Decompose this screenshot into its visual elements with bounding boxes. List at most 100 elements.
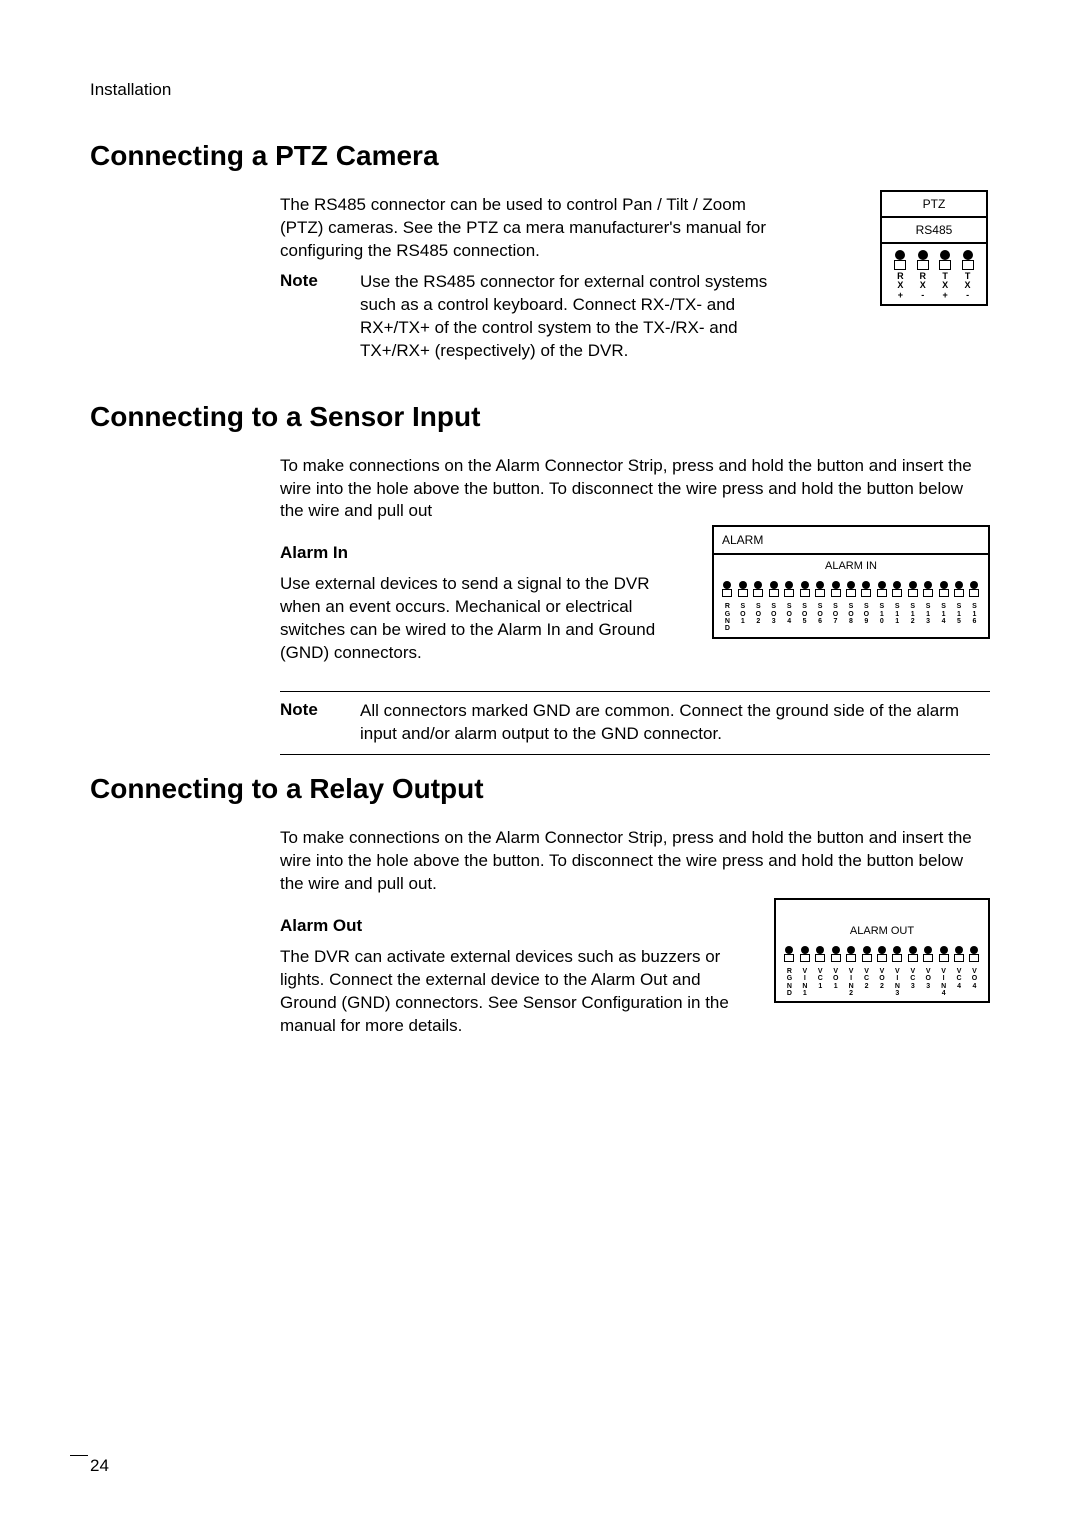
pin-label: SO5 [799, 603, 811, 632]
terminal-pin [861, 946, 873, 964]
fig-ptz-pin-labels: RX+ RX- TX+ TX- [882, 270, 986, 304]
pin-label: TX+ [937, 272, 953, 300]
heading-relay: Connecting to a Relay Output [90, 773, 990, 805]
terminal-pin [937, 250, 953, 268]
pin-label: S16 [968, 603, 980, 632]
terminal-pin [922, 946, 934, 964]
pin-label: S10 [876, 603, 888, 632]
figure-alarm-out: ALARM OUT RGNDVIN1VC1VO1VIN2VC2VO2VIN3VC… [774, 898, 990, 1003]
pin-label: S12 [907, 603, 919, 632]
alarm-out-text: The DVR can activate external devices su… [280, 946, 746, 1038]
heading-ptz: Connecting a PTZ Camera [90, 140, 990, 172]
terminal-pin [814, 946, 826, 964]
ptz-note-text: Use the RS485 connector for external con… [360, 271, 790, 363]
pin-label: VIN1 [799, 968, 811, 997]
terminal-pin [891, 581, 903, 599]
terminal-pin [922, 581, 934, 599]
pin-label: SO2 [752, 603, 764, 632]
fig-alarm-out-terminals [776, 942, 988, 966]
fig-alarm-in-terminals [714, 577, 988, 601]
fig-alarm-in-title: ALARM [714, 527, 988, 555]
pin-label: VIN3 [891, 968, 903, 997]
pin-label: RGND [721, 603, 733, 632]
alarm-out-subhead: Alarm Out [280, 916, 746, 936]
terminal-pin [783, 946, 795, 964]
ptz-body-text: The RS485 connector can be used to contr… [280, 194, 790, 263]
terminal-pin [860, 581, 872, 599]
terminal-pin [968, 581, 980, 599]
terminal-pin [830, 581, 842, 599]
terminal-pin [845, 946, 857, 964]
heading-sensor: Connecting to a Sensor Input [90, 401, 990, 433]
fig-ptz-subtitle: RS485 [882, 218, 986, 244]
fig-alarm-in-pin-labels: RGND SO1SO2 SO3SO4 SO5SO6 SO7SO8SO9 S10S11 S12… [714, 601, 988, 636]
fig-ptz-terminals [882, 244, 986, 270]
pin-label: VO4 [968, 968, 980, 997]
pin-label: VO1 [830, 968, 842, 997]
terminal-pin [876, 581, 888, 599]
pin-label: VIN2 [845, 968, 857, 997]
terminal-pin [876, 946, 888, 964]
pin-label: SO4 [783, 603, 795, 632]
figure-alarm-in: ALARM ALARM IN RGND SO1SO2 SO3SO4 SO5SO6 SO7… [712, 525, 990, 638]
page-number: 24 [90, 1456, 109, 1476]
pin-label: SO3 [768, 603, 780, 632]
pin-label: S15 [953, 603, 965, 632]
pin-label: SO8 [845, 603, 857, 632]
terminal-pin [938, 946, 950, 964]
sensor-note-label: Note [280, 700, 360, 720]
terminal-pin [721, 581, 733, 599]
alarm-in-subhead: Alarm In [280, 543, 684, 563]
page-header-label: Installation [90, 80, 990, 100]
pin-label: VC1 [814, 968, 826, 997]
terminal-pin [953, 946, 965, 964]
divider [280, 754, 990, 755]
pin-label: SO1 [737, 603, 749, 632]
terminal-pin [845, 581, 857, 599]
relay-body-text: To make connections on the Alarm Connect… [280, 827, 990, 896]
fig-ptz-title: PTZ [882, 192, 986, 218]
sensor-note-text: All connectors marked GND are common. Co… [360, 700, 990, 746]
terminal-pin [907, 581, 919, 599]
pin-label: VC3 [907, 968, 919, 997]
pin-label: VC2 [861, 968, 873, 997]
figure-ptz-connector: PTZ RS485 RX+ RX- TX+ TX- [880, 190, 990, 306]
sensor-body-text: To make connections on the Alarm Connect… [280, 455, 990, 524]
pin-label: S14 [938, 603, 950, 632]
pin-label: VIN4 [938, 968, 950, 997]
pin-label: VO2 [876, 968, 888, 997]
terminal-pin [737, 581, 749, 599]
divider [280, 691, 990, 692]
terminal-pin [915, 250, 931, 268]
terminal-pin [891, 946, 903, 964]
terminal-pin [907, 946, 919, 964]
pin-label: RGND [783, 968, 795, 997]
fig-alarm-out-pin-labels: RGND VIN1VC1 VO1VIN2 VC2VO2VIN3 VC3VO3 VIN4VC… [776, 966, 988, 1001]
terminal-pin [968, 946, 980, 964]
terminal-pin [892, 250, 908, 268]
pin-label: S11 [891, 603, 903, 632]
terminal-pin [830, 946, 842, 964]
fig-alarm-in-subtitle: ALARM IN [714, 555, 988, 577]
pin-label: S13 [922, 603, 934, 632]
terminal-pin [783, 581, 795, 599]
ptz-note-label: Note [280, 271, 360, 291]
page-corner-mark [70, 1455, 88, 1456]
terminal-pin [799, 946, 811, 964]
terminal-pin [814, 581, 826, 599]
pin-label: RX- [915, 272, 931, 300]
terminal-pin [768, 581, 780, 599]
pin-label: SO7 [830, 603, 842, 632]
pin-label: SO9 [860, 603, 872, 632]
terminal-pin [953, 581, 965, 599]
pin-label: RX+ [892, 272, 908, 300]
terminal-pin [960, 250, 976, 268]
pin-label: VC4 [953, 968, 965, 997]
pin-label: VO3 [922, 968, 934, 997]
pin-label: SO6 [814, 603, 826, 632]
terminal-pin [752, 581, 764, 599]
terminal-pin [938, 581, 950, 599]
terminal-pin [799, 581, 811, 599]
alarm-in-text: Use external devices to send a signal to… [280, 573, 684, 665]
pin-label: TX- [960, 272, 976, 300]
